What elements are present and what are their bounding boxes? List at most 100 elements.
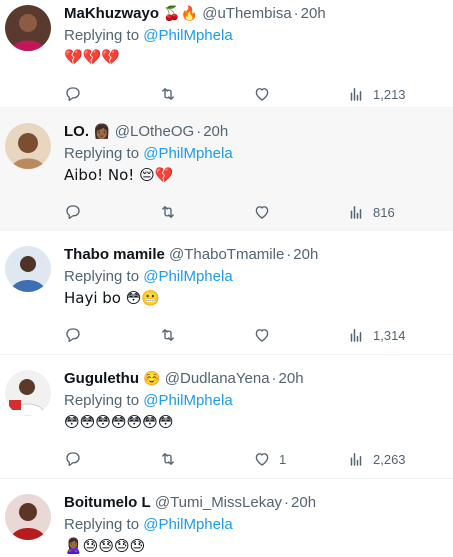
name-emoji: 🍒🔥 xyxy=(163,6,199,22)
view-count: 1,213 xyxy=(373,86,406,102)
display-name[interactable]: Gugulethu xyxy=(64,370,139,387)
timestamp[interactable]: 20h xyxy=(293,246,318,263)
separator-dot: · xyxy=(196,123,202,140)
view-count: 2,263 xyxy=(373,451,406,467)
tweet-text: 💔💔💔 xyxy=(64,48,121,66)
replying-to: Replying to @PhilMphela xyxy=(64,391,453,411)
views-button[interactable]: 2,263 xyxy=(347,449,406,469)
tweet-actions: 1 2,263 xyxy=(64,441,453,477)
tweet-text: Aibo! No! 😔💔 xyxy=(64,166,174,184)
tweet-item[interactable]: Boitumelo L @Tumi_MissLekay · 20h Replying… xyxy=(0,479,453,556)
views-chart-icon xyxy=(347,450,365,468)
replying-to-link[interactable]: @PhilMphela xyxy=(143,145,232,162)
tweet-header: Boitumelo L @Tumi_MissLekay · 20h xyxy=(64,479,453,515)
replying-to: Replying to @PhilMphela xyxy=(64,515,453,535)
replying-to-label: Replying to xyxy=(64,392,144,409)
views-button[interactable]: 1,314 xyxy=(347,325,406,345)
display-name[interactable]: LO. xyxy=(64,123,89,140)
avatar[interactable] xyxy=(5,494,51,540)
tweet-item[interactable]: Gugulethu ☺️ @DudlanaYena · 20h Replying t… xyxy=(0,355,453,479)
name-emoji: 👩🏾 xyxy=(93,124,111,140)
tweet-text: 🙎🏾‍♀️😓😓😓😓 xyxy=(64,537,146,555)
retweet-icon xyxy=(159,85,177,103)
retweet-button[interactable] xyxy=(159,449,185,469)
separator-dot: · xyxy=(286,246,292,263)
views-chart-icon xyxy=(347,85,365,103)
tweet-text: 😳😳😳😳😳😳😳 xyxy=(64,413,174,431)
replying-to-label: Replying to xyxy=(64,145,144,162)
retweet-button[interactable] xyxy=(159,84,185,104)
tweet-item[interactable]: Thabo mamile @ThaboTmamile · 20h Replying … xyxy=(0,231,453,355)
replying-to-label: Replying to xyxy=(64,516,144,533)
avatar[interactable] xyxy=(5,5,51,51)
replying-to-link[interactable]: @PhilMphela xyxy=(143,516,232,533)
reply-button[interactable] xyxy=(64,449,90,469)
replying-to-label: Replying to xyxy=(64,268,144,285)
reply-button[interactable] xyxy=(64,202,90,222)
tweet-header: Thabo mamile @ThaboTmamile · 20h xyxy=(64,231,453,267)
avatar[interactable] xyxy=(5,123,51,169)
tweet-header: Gugulethu ☺️ @DudlanaYena · 20h xyxy=(64,355,453,391)
retweet-icon xyxy=(159,326,177,344)
reply-feed: MaKhuzwayo 🍒🔥 @uThembisa · 20h Replying to… xyxy=(0,0,453,556)
reply-button[interactable] xyxy=(64,325,90,345)
tweet-header: LO. 👩🏾 @LOtheOG · 20h xyxy=(64,108,453,144)
reply-button[interactable] xyxy=(64,84,90,104)
retweet-icon xyxy=(159,203,177,221)
tweet-item[interactable]: MaKhuzwayo 🍒🔥 @uThembisa · 20h Replying to… xyxy=(0,0,453,108)
tweet-actions: 1,213 xyxy=(64,76,453,112)
replying-to-link[interactable]: @PhilMphela xyxy=(143,392,232,409)
display-name[interactable]: Thabo mamile xyxy=(64,246,165,263)
user-handle[interactable]: @uThembisa xyxy=(202,5,291,22)
avatar[interactable] xyxy=(5,370,51,416)
replying-to-link[interactable]: @PhilMphela xyxy=(143,268,232,285)
display-name[interactable]: MaKhuzwayo xyxy=(64,5,159,22)
tweet-actions: 816 xyxy=(64,194,453,230)
heart-icon xyxy=(253,326,271,344)
separator-dot: · xyxy=(293,5,299,22)
reply-icon xyxy=(64,450,82,468)
view-count: 1,314 xyxy=(373,327,406,343)
timestamp[interactable]: 20h xyxy=(301,5,326,22)
views-chart-icon xyxy=(347,203,365,221)
views-button[interactable]: 816 xyxy=(347,202,395,222)
replying-to-link[interactable]: @PhilMphela xyxy=(143,27,232,44)
retweet-button[interactable] xyxy=(159,325,185,345)
separator-dot: · xyxy=(271,370,277,387)
like-button[interactable] xyxy=(253,84,279,104)
like-button[interactable] xyxy=(253,202,279,222)
heart-icon xyxy=(253,203,271,221)
heart-icon xyxy=(253,450,271,468)
timestamp[interactable]: 20h xyxy=(291,494,316,511)
tweet-header: MaKhuzwayo 🍒🔥 @uThembisa · 20h xyxy=(64,0,453,26)
like-count: 1 xyxy=(279,451,287,467)
user-handle[interactable]: @LOtheOG xyxy=(115,123,194,140)
like-button[interactable]: 1 xyxy=(253,449,286,469)
user-handle[interactable]: @ThaboTmamile xyxy=(169,246,284,263)
view-count: 816 xyxy=(373,204,395,220)
timestamp[interactable]: 20h xyxy=(203,123,228,140)
user-handle[interactable]: @Tumi_MissLekay xyxy=(155,494,282,511)
tweet-actions: 1,314 xyxy=(64,317,453,353)
like-button[interactable] xyxy=(253,325,279,345)
views-chart-icon xyxy=(347,326,365,344)
reply-icon xyxy=(64,85,82,103)
tweet-text: Hayi bo 😳😬 xyxy=(64,289,161,307)
name-emoji: ☺️ xyxy=(143,371,161,387)
display-name[interactable]: Boitumelo L xyxy=(64,494,151,511)
avatar[interactable] xyxy=(5,246,51,292)
retweet-icon xyxy=(159,450,177,468)
replying-to: Replying to @PhilMphela xyxy=(64,26,453,46)
views-button[interactable]: 1,213 xyxy=(347,84,406,104)
replying-to: Replying to @PhilMphela xyxy=(64,267,453,287)
heart-icon xyxy=(253,85,271,103)
reply-icon xyxy=(64,203,82,221)
replying-to-label: Replying to xyxy=(64,27,144,44)
reply-icon xyxy=(64,326,82,344)
tweet-item[interactable]: LO. 👩🏾 @LOtheOG · 20h Replying to @PhilMph… xyxy=(0,108,453,231)
replying-to: Replying to @PhilMphela xyxy=(64,144,453,164)
separator-dot: · xyxy=(284,494,290,511)
timestamp[interactable]: 20h xyxy=(279,370,304,387)
retweet-button[interactable] xyxy=(159,202,185,222)
user-handle[interactable]: @DudlanaYena xyxy=(165,370,270,387)
